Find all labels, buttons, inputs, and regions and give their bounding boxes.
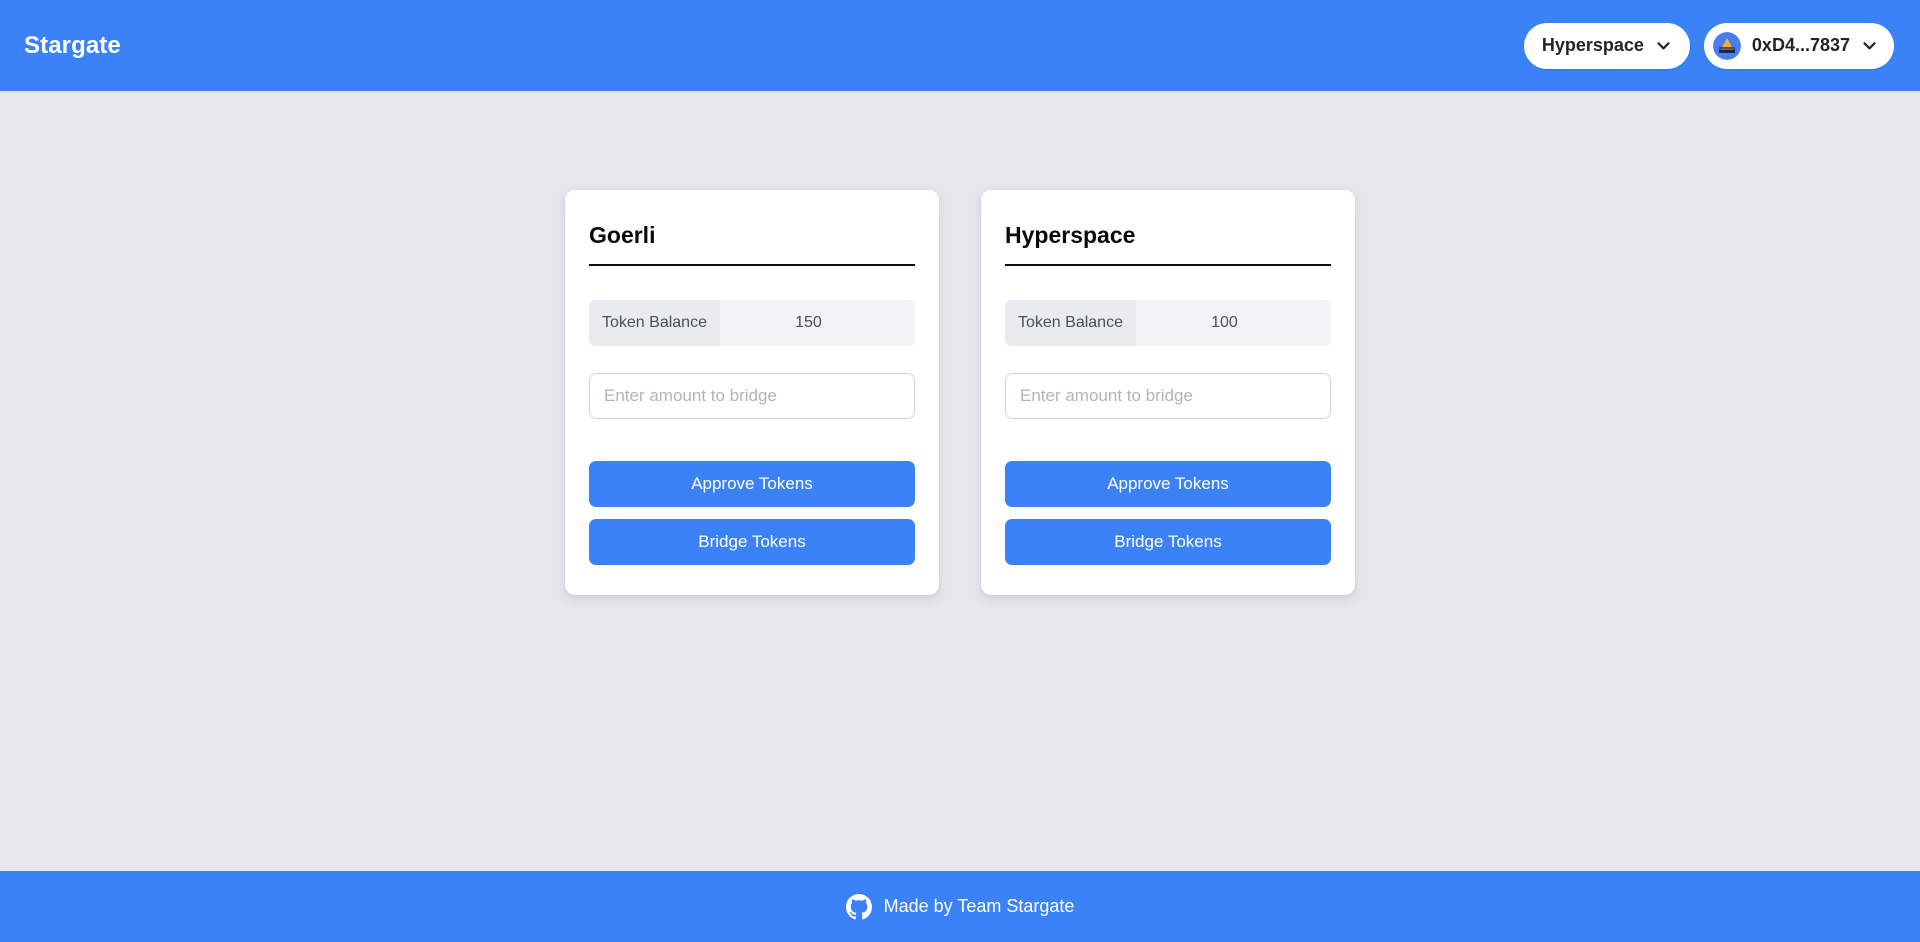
token-balance-value: 150 bbox=[719, 300, 915, 347]
bridge-tokens-button[interactable]: Bridge Tokens bbox=[589, 519, 915, 566]
bridge-main-area: Goerli Token Balance 150 Approve Tokens … bbox=[0, 91, 1920, 871]
token-balance-label: Token Balance bbox=[589, 300, 720, 347]
approve-tokens-button[interactable]: Approve Tokens bbox=[1005, 461, 1331, 508]
app-brand-title: Stargate bbox=[24, 31, 121, 59]
bridge-card-destination: Hyperspace Token Balance 100 Approve Tok… bbox=[981, 190, 1355, 596]
chevron-down-icon bbox=[1655, 37, 1672, 54]
amount-input[interactable] bbox=[589, 373, 915, 420]
navbar-actions: Hyperspace 0xD4...7837 bbox=[1523, 22, 1894, 69]
account-button[interactable]: 0xD4...7837 bbox=[1703, 22, 1894, 69]
approve-tokens-button[interactable]: Approve Tokens bbox=[589, 461, 915, 508]
amount-input[interactable] bbox=[1005, 373, 1331, 420]
bridge-tokens-button[interactable]: Bridge Tokens bbox=[1005, 519, 1331, 566]
account-address-label: 0xD4...7837 bbox=[1751, 35, 1850, 55]
top-navbar: Stargate Hyperspace 0xD4...7837 bbox=[0, 0, 1920, 91]
blockie-avatar-icon bbox=[1712, 31, 1741, 60]
token-balance-group: Token Balance 150 bbox=[589, 300, 915, 347]
network-selector-button[interactable]: Hyperspace bbox=[1523, 22, 1690, 69]
network-selector-label: Hyperspace bbox=[1541, 35, 1644, 55]
card-title: Goerli bbox=[589, 222, 915, 267]
card-title: Hyperspace bbox=[1005, 222, 1331, 267]
github-icon[interactable] bbox=[845, 893, 872, 920]
token-balance-value: 100 bbox=[1135, 300, 1331, 347]
footer-credit-text: Made by Team Stargate bbox=[883, 896, 1075, 916]
chevron-down-icon bbox=[1861, 37, 1878, 54]
page-footer: Made by Team Stargate bbox=[0, 871, 1920, 942]
token-balance-group: Token Balance 100 bbox=[1005, 300, 1331, 347]
token-balance-label: Token Balance bbox=[1005, 300, 1136, 347]
bridge-card-source: Goerli Token Balance 150 Approve Tokens … bbox=[565, 190, 939, 596]
